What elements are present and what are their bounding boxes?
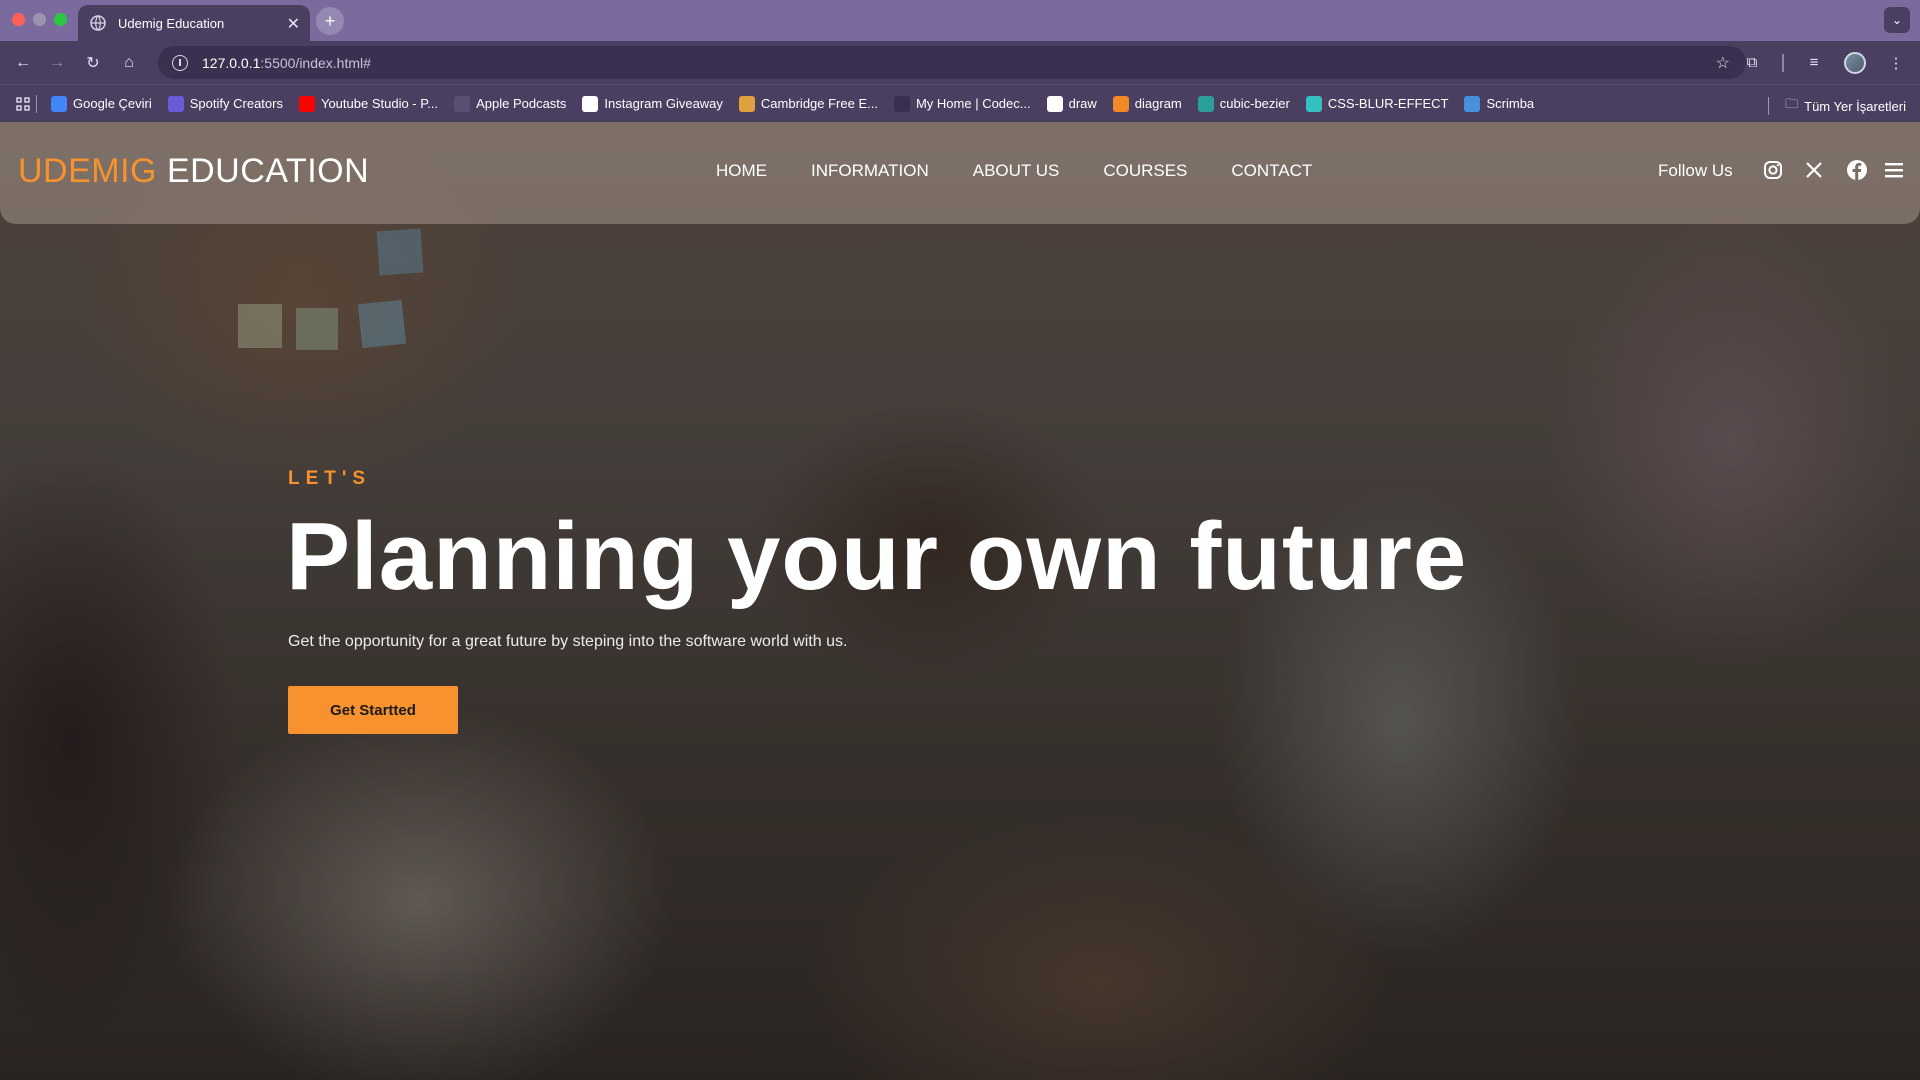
bookmark-favicon-icon bbox=[298, 95, 315, 112]
more-options-icon[interactable]: ⋮ bbox=[1886, 53, 1906, 73]
bookmark-item[interactable]: My Home | Codec... bbox=[893, 95, 1031, 112]
new-tab-button[interactable]: + bbox=[316, 7, 344, 35]
facebook-icon[interactable] bbox=[1845, 158, 1869, 182]
bookmark-favicon-icon bbox=[1305, 95, 1322, 112]
reload-icon[interactable]: ↻ bbox=[82, 52, 104, 74]
bookmark-label: Apple Podcasts bbox=[476, 96, 567, 111]
nav-contact[interactable]: CONTACT bbox=[1231, 161, 1312, 181]
bookmark-favicon-icon bbox=[1197, 95, 1214, 112]
toolbar-right-actions: ⧉ ≡ ⋮ bbox=[1742, 41, 1920, 84]
bookmark-label: Instagram Giveaway bbox=[604, 96, 723, 111]
bookmark-favicon-icon bbox=[51, 95, 67, 112]
profile-avatar[interactable] bbox=[1844, 51, 1866, 74]
instagram-icon[interactable] bbox=[1761, 158, 1785, 182]
extensions-puzzle-icon[interactable]: ⧉ bbox=[1742, 53, 1762, 73]
bookmark-favicon-icon bbox=[1112, 95, 1129, 112]
bookmark-item[interactable]: Youtube Studio - P... bbox=[298, 95, 439, 112]
x-icon[interactable] bbox=[1802, 158, 1826, 182]
bookmark-list: Google Çeviri Spotify Creators Youtube Stu… bbox=[51, 95, 1550, 112]
bookmark-favicon-icon bbox=[582, 95, 599, 112]
browser-tabstrip: Udemig Education ✕ + ⌄ bbox=[0, 0, 1920, 41]
bookmarks-divider bbox=[1768, 97, 1770, 115]
hamburger-menu-icon[interactable] bbox=[1882, 158, 1906, 182]
globe-icon bbox=[90, 15, 106, 31]
bookmark-item[interactable]: Apple Podcasts bbox=[454, 95, 567, 112]
minimize-window-button[interactable] bbox=[33, 13, 46, 26]
bookmark-item[interactable]: CSS-BLUR-EFFECT bbox=[1305, 95, 1449, 112]
tab-search-chevron-icon[interactable]: ⌄ bbox=[1884, 7, 1910, 33]
bookmarks-bar: Google Çeviri Spotify Creators Youtube Stu… bbox=[0, 84, 1920, 122]
bookmark-label: Youtube Studio - P... bbox=[320, 96, 439, 111]
all-bookmarks-label: Tüm Yer İşaretleri bbox=[1804, 98, 1906, 114]
bookmark-label: Google Çeviri bbox=[73, 96, 152, 111]
window-controls bbox=[12, 13, 67, 26]
apps-grid-icon[interactable] bbox=[16, 96, 30, 111]
bookmark-item[interactable]: cubic-bezier bbox=[1197, 95, 1290, 112]
get-started-button[interactable]: Get Startted bbox=[288, 686, 458, 734]
url-host: 127.0.0.1 bbox=[202, 54, 261, 71]
maximize-window-button[interactable] bbox=[54, 13, 67, 26]
bookmark-item[interactable]: diagram bbox=[1112, 95, 1182, 112]
browser-tab-active[interactable]: Udemig Education ✕ bbox=[78, 5, 310, 41]
nav-about-us[interactable]: ABOUT US bbox=[973, 161, 1060, 181]
bookmark-label: cubic-bezier bbox=[1219, 96, 1290, 111]
media-queue-icon[interactable]: ≡ bbox=[1804, 53, 1824, 73]
tab-title: Udemig Education bbox=[118, 15, 225, 31]
site-info-icon[interactable] bbox=[172, 54, 188, 71]
nav-home[interactable]: HOME bbox=[716, 161, 767, 181]
bookmark-favicon-icon bbox=[893, 95, 910, 112]
bookmark-label: Spotify Creators bbox=[189, 96, 283, 111]
bookmark-label: CSS-BLUR-EFFECT bbox=[1327, 96, 1449, 111]
hero-eyebrow: LET'S bbox=[288, 468, 372, 489]
webpage-viewport: UDEMIG EDUCATION HOME INFORMATION ABOUT … bbox=[0, 122, 1920, 1080]
url-path: :5500/index.html# bbox=[260, 54, 371, 71]
nav-courses[interactable]: COURSES bbox=[1103, 161, 1187, 181]
address-bar[interactable]: 127.0.0.1:5500/index.html# ☆ bbox=[158, 46, 1746, 79]
bookmark-label: diagram bbox=[1134, 96, 1182, 111]
bookmark-label: My Home | Codec... bbox=[915, 96, 1031, 111]
bookmark-item[interactable]: draw bbox=[1046, 95, 1097, 112]
close-window-button[interactable] bbox=[12, 13, 25, 26]
forward-arrow-icon[interactable]: → bbox=[46, 52, 68, 74]
all-bookmarks-folder[interactable]: 🗀 Tüm Yer İşaretleri bbox=[1768, 95, 1906, 117]
logo-udemig: UDEMIG bbox=[18, 152, 157, 190]
folder-icon: 🗀 bbox=[1785, 96, 1799, 111]
bookmark-favicon-icon bbox=[1464, 95, 1481, 112]
site-header: UDEMIG EDUCATION HOME INFORMATION ABOUT … bbox=[0, 122, 1920, 224]
hero-subline: Get the opportunity for a great future b… bbox=[288, 633, 848, 650]
bookmark-favicon-icon bbox=[167, 95, 184, 112]
bookmark-favicon-icon bbox=[1046, 95, 1063, 112]
bookmark-label: draw bbox=[1068, 96, 1097, 111]
main-nav: HOME INFORMATION ABOUT US COURSES CONTAC… bbox=[716, 161, 1312, 181]
bookmark-label: Scrimba bbox=[1486, 96, 1535, 111]
bookmark-label: Cambridge Free E... bbox=[760, 96, 878, 111]
back-arrow-icon[interactable]: ← bbox=[12, 52, 34, 74]
bookmark-item[interactable]: Google Çeviri bbox=[51, 95, 152, 112]
bookmarks-divider bbox=[36, 94, 37, 113]
bookmark-star-icon[interactable]: ☆ bbox=[1716, 53, 1730, 73]
hero-headline: Planning your own future bbox=[286, 503, 1468, 610]
nav-information[interactable]: INFORMATION bbox=[811, 161, 929, 181]
site-logo[interactable]: UDEMIG EDUCATION bbox=[18, 152, 369, 191]
follow-us-label: Follow Us bbox=[1658, 161, 1733, 180]
bookmark-favicon-icon bbox=[454, 95, 471, 112]
toolbar-divider bbox=[1782, 53, 1784, 72]
browser-toolbar: ← → ↻ ⌂ 127.0.0.1:5500/index.html# ☆ ⧉ ≡… bbox=[0, 41, 1920, 84]
bookmark-item[interactable]: Scrimba bbox=[1464, 95, 1535, 112]
bookmark-item[interactable]: Instagram Giveaway bbox=[582, 95, 723, 112]
bookmark-favicon-icon bbox=[738, 95, 755, 112]
bookmark-item[interactable]: Spotify Creators bbox=[167, 95, 283, 112]
logo-education: EDUCATION bbox=[166, 152, 370, 190]
home-icon[interactable]: ⌂ bbox=[118, 52, 140, 74]
close-tab-icon[interactable]: ✕ bbox=[287, 14, 300, 34]
bookmark-item[interactable]: Cambridge Free E... bbox=[738, 95, 878, 112]
